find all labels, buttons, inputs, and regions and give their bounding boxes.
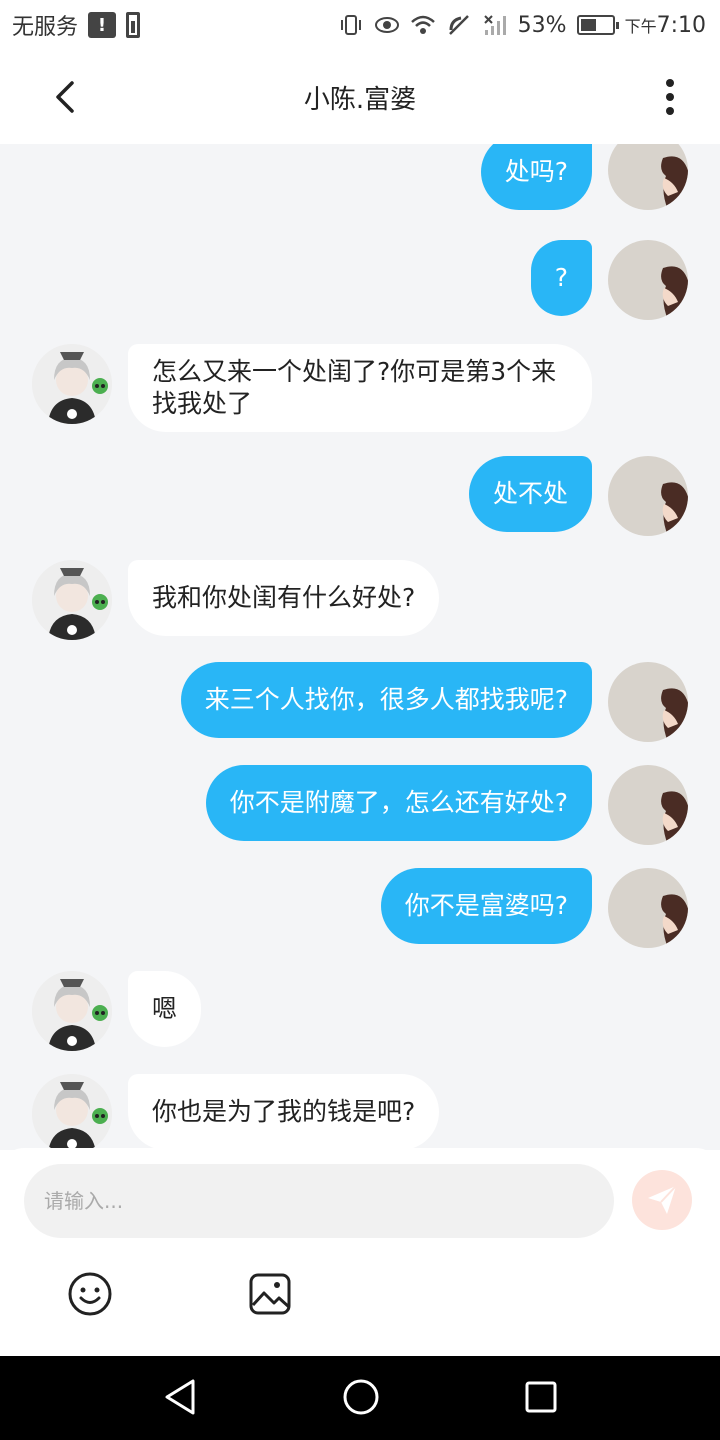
time-text: 7:10 [656, 12, 706, 38]
system-navigation-bar [0, 1356, 720, 1440]
contact-message-bubble[interactable]: 怎么又来一个处闺了?你可是第3个来找我处了 [128, 344, 592, 432]
back-button[interactable] [40, 72, 90, 122]
battery-percent: 53% [517, 12, 567, 38]
signal-icon [482, 14, 508, 36]
status-right: 53% 下午7:10 [338, 13, 706, 38]
my-message-bubble[interactable]: 处吗? [480, 144, 592, 210]
contact-message-bubble[interactable]: 我和你处闺有什么好处? [128, 560, 440, 636]
contact-avatar[interactable] [32, 344, 112, 424]
send-icon [648, 1185, 677, 1214]
page-title: 小陈.富婆 [303, 84, 417, 115]
my-avatar[interactable] [608, 144, 688, 210]
message-composer [0, 1148, 720, 1356]
more-button[interactable] [650, 72, 690, 122]
battery-icon [576, 15, 619, 35]
triangle-back-icon [165, 1379, 195, 1415]
time-prefix: 下午 [624, 16, 657, 36]
my-avatar[interactable] [608, 868, 688, 948]
my-avatar[interactable] [608, 240, 688, 320]
my-avatar[interactable] [608, 765, 688, 845]
battery-saver-icon [126, 12, 141, 38]
my-message-bubble[interactable]: 你不是富婆吗? [380, 868, 592, 944]
chevron-left-icon [56, 81, 74, 113]
emoji-button[interactable] [66, 1270, 114, 1318]
contact-avatar[interactable] [32, 560, 112, 640]
system-recents-button[interactable] [516, 1372, 566, 1422]
contact-message-bubble[interactable]: 你也是为了我的钱是吧? [128, 1074, 440, 1150]
eye-icon [374, 14, 400, 36]
emoji-icon [68, 1272, 112, 1316]
contact-message-bubble[interactable]: 嗯 [128, 971, 202, 1047]
my-avatar[interactable] [608, 456, 688, 536]
clock: 下午7:10 [625, 13, 706, 38]
wifi-icon [410, 14, 436, 36]
square-recents-icon [525, 1381, 557, 1413]
vibrate-icon [338, 14, 364, 36]
carrier-text: 无服务 [12, 15, 79, 40]
my-message-bubble[interactable]: 你不是附魔了，怎么还有好处? [205, 765, 592, 841]
status-bar: 无服务 ! 53% 下午7:10 [0, 0, 720, 50]
status-left: 无服务 ! [12, 9, 141, 41]
my-message-bubble[interactable]: 来三个人找你，很多人都找我呢? [180, 662, 592, 738]
system-back-button[interactable] [156, 1372, 206, 1422]
my-message-bubble[interactable]: ? [530, 240, 592, 316]
image-button[interactable] [246, 1270, 294, 1318]
more-vertical-icon [666, 79, 674, 115]
system-home-button[interactable] [336, 1372, 386, 1422]
my-message-bubble[interactable]: 处不处 [468, 456, 592, 532]
no-call-icon [446, 14, 472, 36]
notification-alert-icon: ! [88, 12, 117, 38]
chat-message-list[interactable]: 处吗? ? 怎么又来一个处闺了?你可是第3个来找我处了 处不处 我和你处闺有什么… [0, 144, 720, 1150]
send-button[interactable] [632, 1170, 692, 1230]
battery-fill [580, 19, 597, 31]
image-icon [249, 1273, 291, 1315]
circle-home-icon [343, 1379, 379, 1415]
contact-avatar[interactable] [32, 971, 112, 1051]
message-input[interactable] [24, 1164, 614, 1238]
contact-avatar[interactable] [32, 1074, 112, 1150]
chat-header: 小陈.富婆 [0, 50, 720, 144]
my-avatar[interactable] [608, 662, 688, 742]
